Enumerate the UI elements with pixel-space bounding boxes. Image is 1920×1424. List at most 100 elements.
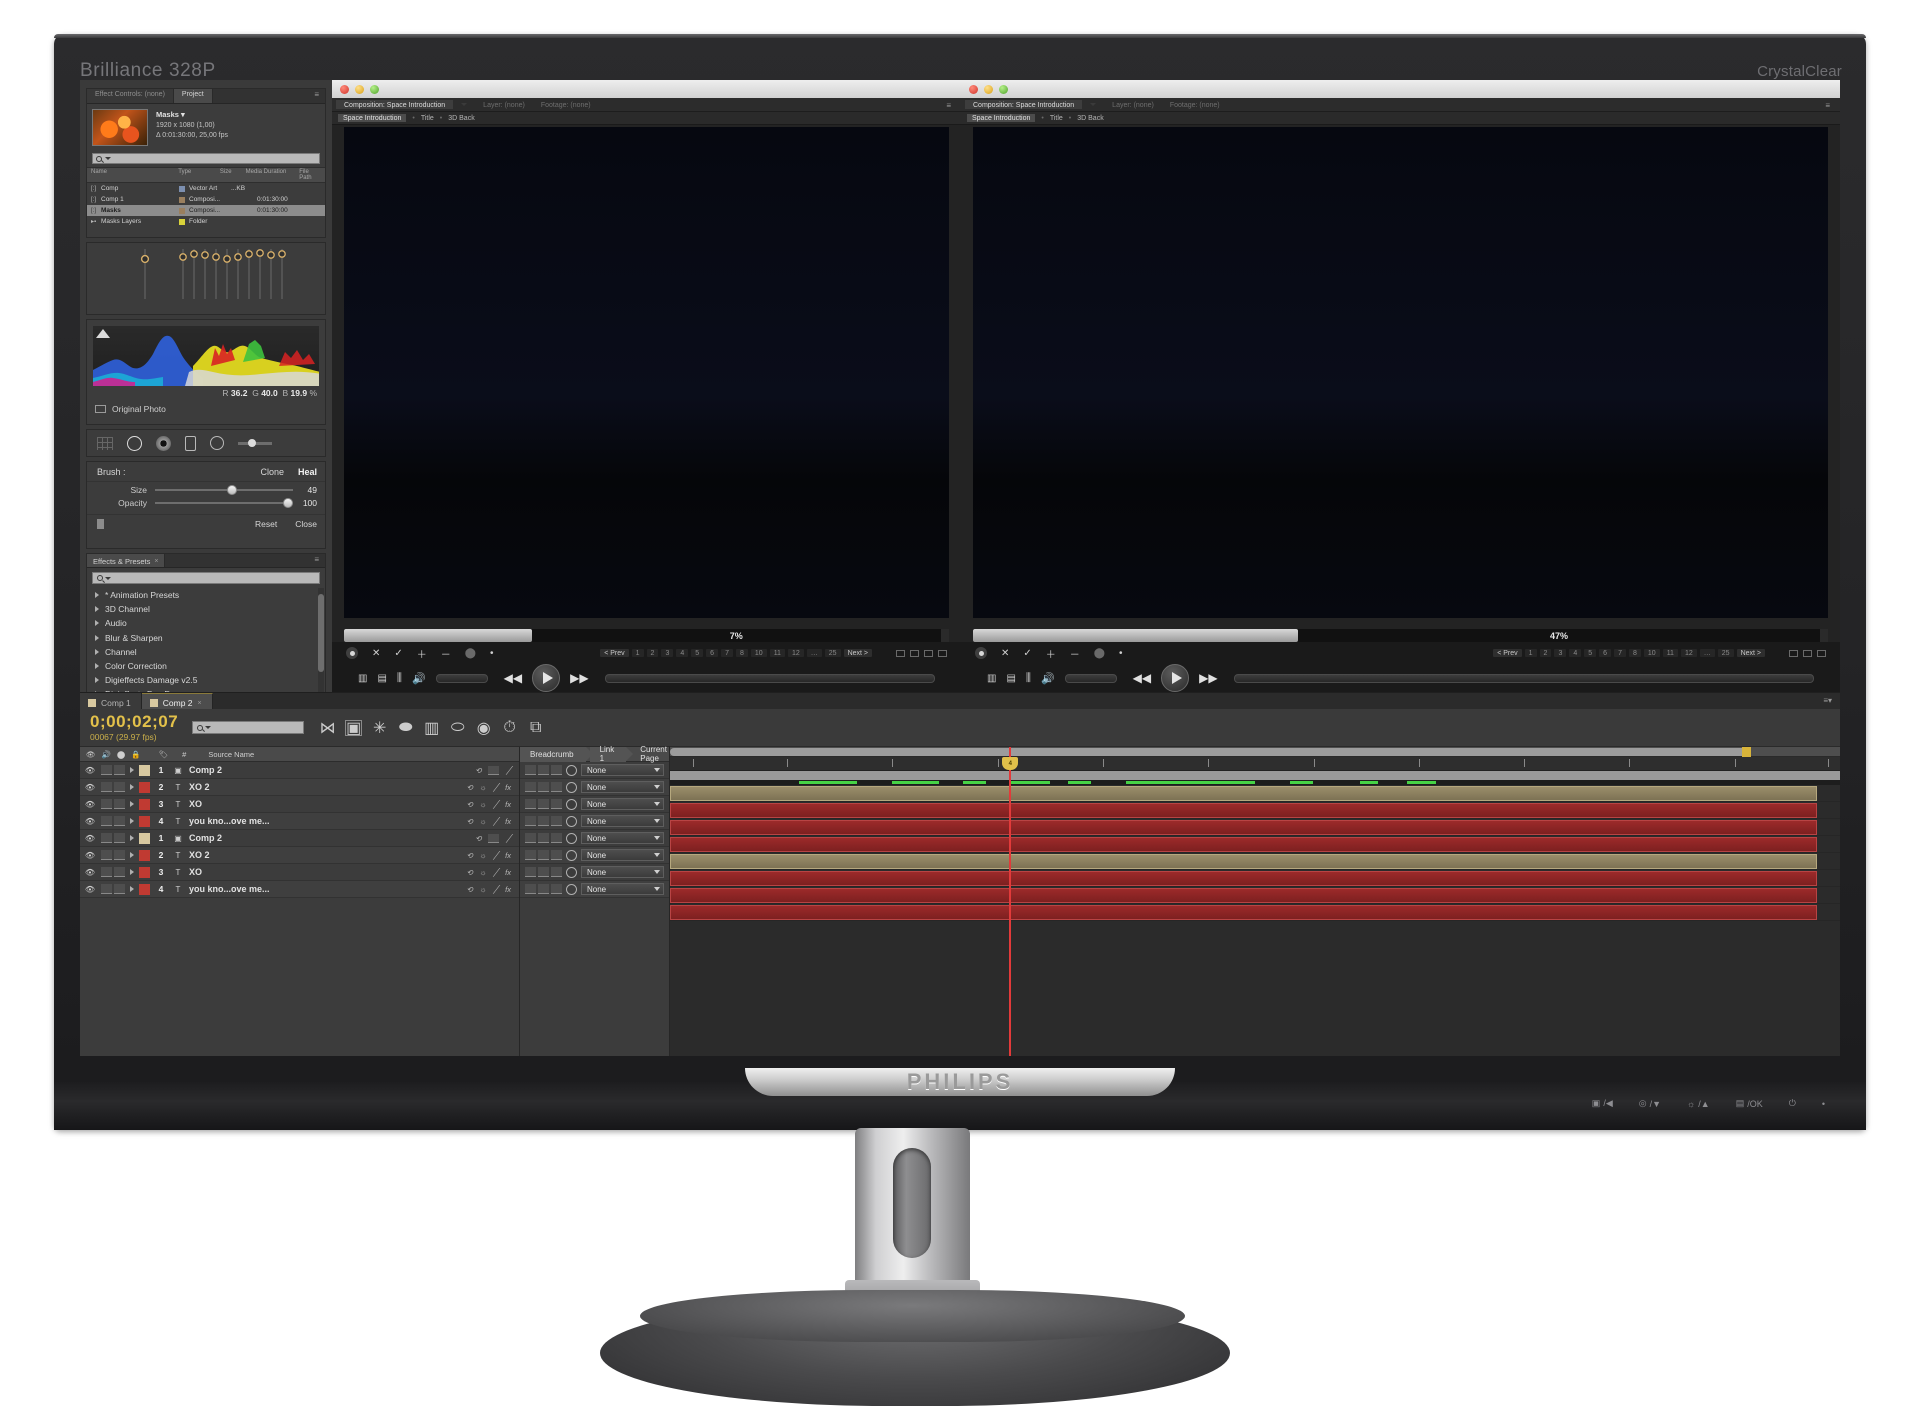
pickwhip-icon[interactable] bbox=[566, 883, 577, 895]
layer-color-swatch[interactable] bbox=[139, 849, 150, 861]
list-item[interactable]: None bbox=[520, 881, 669, 898]
track-row[interactable] bbox=[670, 785, 1840, 802]
progress-slider[interactable] bbox=[604, 673, 935, 683]
disclosure-triangle-icon[interactable] bbox=[130, 835, 134, 841]
viewer-right-zoom-bar[interactable]: 47% bbox=[973, 629, 1828, 642]
tab-effects-presets[interactable]: Effects & Presets × bbox=[87, 554, 166, 567]
disclosure-triangle-icon[interactable] bbox=[130, 801, 134, 807]
layer-switch-boxes[interactable] bbox=[101, 765, 125, 775]
minus-icon[interactable]: － bbox=[441, 646, 451, 661]
page-button[interactable]: 6 bbox=[1599, 649, 1612, 657]
eye-icon[interactable]: 👁 bbox=[84, 851, 96, 860]
list-item[interactable]: None bbox=[520, 779, 669, 796]
frame-icon[interactable]: ▥ bbox=[987, 673, 996, 684]
disclosure-triangle-icon[interactable] bbox=[130, 869, 134, 875]
parent-select[interactable]: None bbox=[581, 832, 664, 844]
column-view-icon[interactable] bbox=[924, 649, 933, 657]
forward-icon[interactable]: ▶▶ bbox=[1199, 671, 1217, 685]
play-icon[interactable] bbox=[1161, 664, 1190, 692]
effects-list-item[interactable]: Blur & Sharpen bbox=[87, 631, 325, 645]
levels-icon[interactable]: ⫼ bbox=[397, 672, 402, 685]
layer-switches[interactable]: ⟲ ☼ ╱ fx bbox=[466, 817, 515, 826]
list-item[interactable]: None bbox=[520, 864, 669, 881]
close-button[interactable]: Close bbox=[295, 519, 317, 529]
col-number[interactable]: # bbox=[182, 750, 186, 759]
osd-power-button[interactable]: ⏻ bbox=[1789, 1098, 1796, 1109]
detail-view-icon[interactable] bbox=[938, 649, 947, 657]
circle-arrow-icon[interactable] bbox=[127, 435, 142, 451]
layer-switches[interactable]: ⟲ ☼ ╱ fx bbox=[466, 885, 515, 894]
grid-view-icon[interactable] bbox=[896, 649, 905, 657]
frame-blend-icon[interactable]: ▣ bbox=[345, 719, 363, 737]
list-item[interactable]: None bbox=[520, 830, 669, 847]
track-row[interactable] bbox=[670, 870, 1840, 887]
motion-blur-icon[interactable]: ⬬ bbox=[398, 719, 413, 736]
layer-color-swatch[interactable] bbox=[139, 798, 150, 810]
playhead-line[interactable] bbox=[1009, 747, 1011, 1056]
prev-page-button[interactable]: < Prev bbox=[1493, 649, 1522, 657]
plus-icon[interactable]: ＋ bbox=[1046, 646, 1056, 661]
zoom-stepper[interactable] bbox=[941, 629, 949, 642]
project-row[interactable]: ▸▪ Masks Layers Folder bbox=[87, 216, 325, 227]
tab-layer[interactable]: Layer: (none) bbox=[1104, 100, 1162, 109]
pickwhip-icon[interactable] bbox=[566, 781, 577, 793]
pickwhip-icon[interactable] bbox=[566, 798, 577, 810]
disclosure-triangle-icon[interactable] bbox=[130, 784, 134, 790]
list-view-icon[interactable] bbox=[910, 649, 919, 657]
table-row[interactable]: 👁 2 T XO 2 ⟲ ☼ ╱ fx bbox=[80, 847, 519, 864]
tab-footage[interactable]: Footage: (none) bbox=[533, 100, 599, 109]
project-row[interactable]: [:] Comp 1 Composi... 0:01:30:00 bbox=[87, 194, 325, 205]
track-row[interactable] bbox=[670, 853, 1840, 870]
minimize-lamp[interactable] bbox=[355, 84, 364, 94]
disclosure-triangle-icon[interactable] bbox=[130, 767, 134, 773]
brush-mode-clone[interactable]: Clone bbox=[260, 467, 284, 477]
track-row[interactable] bbox=[670, 887, 1840, 904]
eye-icon[interactable]: 👁 bbox=[84, 885, 96, 894]
link-icon[interactable]: ⋈ bbox=[320, 720, 336, 737]
3d-icon[interactable]: ✳ bbox=[372, 720, 387, 737]
page-button[interactable]: 5 bbox=[691, 649, 704, 657]
layer-switch-boxes[interactable] bbox=[101, 833, 125, 843]
page-button[interactable]: 10 bbox=[750, 649, 767, 657]
layer-switches[interactable]: ⟲ ☼ ╱ fx bbox=[466, 868, 515, 877]
clip-warning-icon[interactable] bbox=[96, 329, 110, 338]
effects-list-item[interactable]: 3D Channel bbox=[87, 602, 325, 616]
zoom-stepper[interactable] bbox=[1820, 629, 1828, 642]
dot-icon[interactable]: • bbox=[490, 648, 494, 659]
layer-color-swatch[interactable] bbox=[139, 883, 150, 895]
pickwhip-icon[interactable] bbox=[566, 832, 577, 844]
layer-switches[interactable]: ⟲ ☼ ╱ fx bbox=[466, 800, 515, 809]
work-area-band[interactable] bbox=[670, 771, 1840, 780]
x-icon[interactable]: ✕ bbox=[372, 648, 380, 659]
eye-icon[interactable]: 👁 bbox=[84, 817, 96, 826]
page-button[interactable]: 3 bbox=[1554, 649, 1567, 657]
layer-switch-boxes[interactable] bbox=[101, 799, 125, 809]
project-row-selected[interactable]: [:] Masks Composi... 0:01:30:00 bbox=[87, 205, 325, 216]
page-button[interactable]: 1 bbox=[1524, 649, 1537, 657]
dot-icon[interactable]: • bbox=[1119, 648, 1123, 659]
page-button[interactable]: 2 bbox=[1539, 649, 1552, 657]
page-button[interactable]: 6 bbox=[706, 649, 719, 657]
record-icon[interactable] bbox=[975, 647, 987, 659]
snapshot-icon[interactable]: ⧉ bbox=[528, 719, 543, 736]
crumb-3dback[interactable]: 3D Back bbox=[1077, 115, 1103, 122]
eye-icon[interactable]: 👁 bbox=[84, 834, 96, 843]
tab-effect-controls[interactable]: Effect Controls: (none) bbox=[87, 89, 174, 103]
pickwhip-icon[interactable] bbox=[566, 866, 577, 878]
x-icon[interactable]: ✕ bbox=[1001, 648, 1009, 659]
pickwhip-icon[interactable] bbox=[566, 764, 577, 776]
rewind-icon[interactable]: ◀◀ bbox=[1133, 671, 1151, 685]
osd-down-button[interactable]: ◎/▼ bbox=[1639, 1098, 1661, 1109]
solo-icon[interactable]: ⬤ bbox=[117, 750, 125, 759]
col-file-path[interactable]: File Path bbox=[299, 169, 321, 181]
list-item[interactable]: None bbox=[520, 813, 669, 830]
col-type[interactable]: Type bbox=[178, 169, 220, 181]
layer-switches[interactable]: ⟲ ╱ bbox=[475, 833, 515, 843]
table-row[interactable]: 👁 4 T you kno...ove me... ⟲ ☼ ╱ fx bbox=[80, 813, 519, 830]
brush-size-slider[interactable] bbox=[155, 485, 293, 495]
eye-icon[interactable]: 👁 bbox=[84, 783, 96, 792]
playhead-handle[interactable]: 4 bbox=[1002, 757, 1019, 770]
parent-select[interactable]: None bbox=[581, 815, 664, 827]
levels-icon[interactable]: ⫼ bbox=[1026, 672, 1031, 685]
list-icon[interactable]: ▤ bbox=[377, 673, 386, 684]
